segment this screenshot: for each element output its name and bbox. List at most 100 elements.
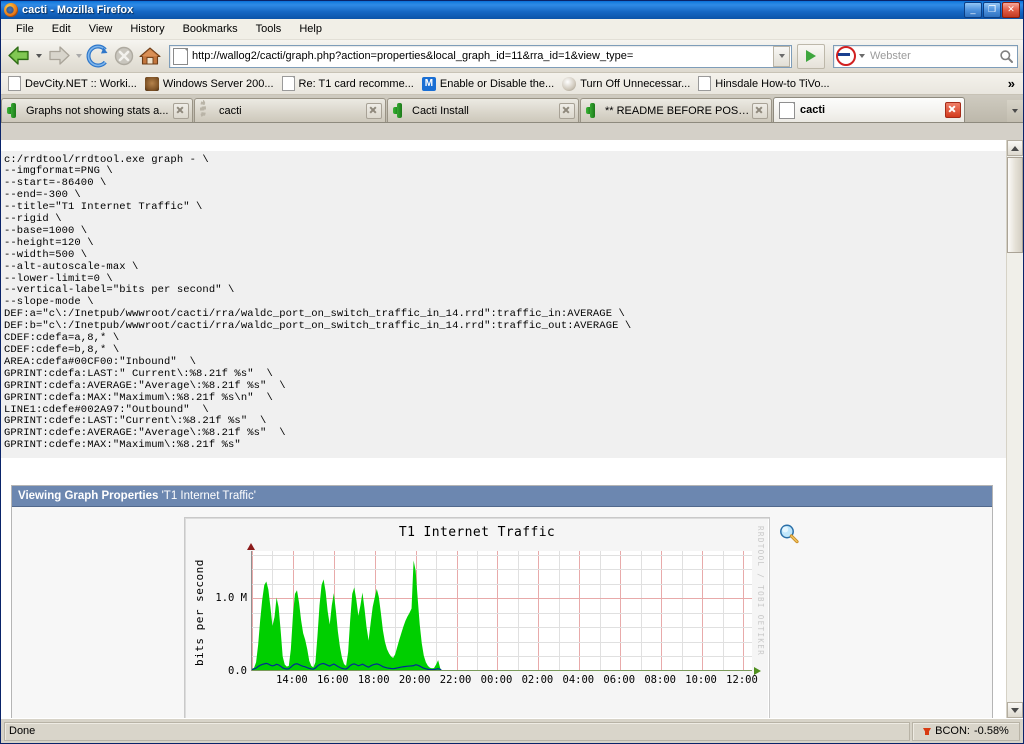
go-arrow-icon (806, 50, 816, 62)
tab-list-dropdown-icon[interactable] (1007, 100, 1023, 122)
cactus-icon (393, 103, 407, 118)
panel-header-graph-name: 'T1 Internet Traffic' (161, 489, 256, 502)
x-tick-label: 06:00 (603, 673, 636, 686)
search-engine-icon[interactable] (836, 46, 856, 66)
menu-file[interactable]: File (7, 21, 43, 37)
tab-close-icon[interactable] (559, 102, 575, 119)
graph-y-axis-label: bits per second (193, 559, 206, 667)
scroll-down-button[interactable] (1007, 702, 1023, 718)
x-tick-label: 18:00 (357, 673, 390, 686)
tab-readme-before-posting[interactable]: ** README BEFORE POSTI... (580, 98, 772, 122)
y-tick-label: 0.0 (228, 664, 247, 677)
address-bar-text[interactable]: http://wallog2/cacti/graph.php?action=pr… (192, 50, 773, 62)
zoom-in-icon[interactable] (778, 523, 800, 545)
close-window-button[interactable]: ✕ (1002, 2, 1020, 18)
graph-legend: Inbound Current: 39.85 k Average: 607.94… (207, 692, 763, 718)
panel-header: Viewing Graph Properties 'T1 Internet Tr… (12, 485, 992, 507)
home-icon[interactable] (138, 44, 162, 68)
bookmark-enable-disable[interactable]: M Enable or Disable the... (419, 76, 559, 92)
arrow-down-icon (923, 727, 932, 735)
tab-label: Graphs not showing stats a... (26, 104, 169, 117)
x-tick-label: 22:00 (439, 673, 472, 686)
tab-strip: Graphs not showing stats a... cacti Cact… (1, 95, 1023, 123)
bookmark-t1-card[interactable]: Re: T1 card recomme... (279, 75, 419, 92)
bookmark-label: DevCity.NET :: Worki... (25, 77, 137, 90)
menu-bookmarks[interactable]: Bookmarks (174, 21, 247, 37)
go-button[interactable] (797, 43, 825, 69)
forward-icon (46, 44, 72, 68)
x-axis-arrow-icon (754, 666, 761, 675)
scroll-up-button[interactable] (1007, 140, 1023, 156)
tab-label: cacti (800, 104, 826, 116)
back-icon[interactable] (6, 44, 32, 68)
x-tick-label: 04:00 (562, 673, 595, 686)
ticker-change: -0.58% (973, 725, 1009, 737)
rrdtool-command-text: c:/rrdtool/rrdtool.exe graph - \ --imgfo… (1, 150, 1007, 459)
graph-plot-svg (252, 550, 752, 671)
bookmark-label: Re: T1 card recomme... (298, 77, 414, 90)
vertical-scrollbar[interactable] (1006, 140, 1023, 718)
search-icon[interactable] (996, 47, 1016, 66)
window-title: cacti - Mozilla Firefox (22, 4, 134, 16)
stop-icon (112, 44, 136, 68)
bookmark-turn-off-unnecessary[interactable]: Turn Off Unnecessar... (559, 76, 695, 92)
firefox-logo-icon (4, 3, 18, 17)
tab-cacti-active[interactable]: cacti (773, 97, 965, 122)
rrd-graph-image[interactable]: T1 Internet Traffic bits per second RRDT… (184, 516, 770, 718)
tab-graphs-not-showing-stats[interactable]: Graphs not showing stats a... (1, 98, 193, 122)
x-tick-label: 12:00 (726, 673, 758, 686)
stock-ticker-indicator[interactable]: BCON: -0.58% (912, 721, 1020, 741)
window-controls: _ ❐ ✕ (964, 2, 1021, 18)
tab-cacti-loading[interactable]: cacti (194, 98, 386, 122)
y-tick-label: 1.0 M (215, 591, 247, 604)
address-dropdown-icon[interactable] (773, 45, 790, 67)
bookmark-hinsdale-tivo[interactable]: Hinsdale How-to TiVo... (695, 75, 834, 92)
search-input[interactable]: Webster (867, 50, 996, 62)
x-tick-label: 08:00 (644, 673, 676, 686)
x-tick-label: 10:00 (685, 673, 717, 686)
search-bar[interactable]: Webster (833, 44, 1018, 68)
panel-body: T1 Internet Traffic bits per second RRDT… (12, 506, 992, 718)
rrdtool-watermark: RRDTOOL / TOBI OETIKER (756, 525, 765, 656)
bookmarks-overflow-icon[interactable]: » (1008, 76, 1019, 91)
bookmark-windows-server[interactable]: Windows Server 200... (142, 76, 279, 92)
tab-label: Cacti Install (412, 104, 469, 117)
cactus-icon (7, 103, 21, 118)
bookmark-devcity[interactable]: DevCity.NET :: Worki... (5, 75, 142, 92)
content-scroll-area: c:/rrdtool/rrdtool.exe graph - \ --imgfo… (1, 140, 1007, 718)
menu-edit[interactable]: Edit (43, 21, 80, 37)
cactus-icon (586, 103, 600, 118)
minimize-button[interactable]: _ (964, 2, 982, 18)
tab-label: cacti (219, 104, 242, 117)
graph-title: T1 Internet Traffic (398, 524, 556, 540)
menu-history[interactable]: History (121, 21, 173, 37)
graph-properties-panel: Viewing Graph Properties 'T1 Internet Tr… (11, 484, 993, 718)
address-bar[interactable]: http://wallog2/cacti/graph.php?action=pr… (169, 44, 792, 68)
tab-close-icon[interactable] (752, 102, 768, 119)
reload-icon[interactable] (86, 44, 110, 68)
ticker-symbol: BCON: (935, 725, 970, 737)
menu-help[interactable]: Help (290, 21, 331, 37)
page-icon (281, 76, 295, 91)
tab-cacti-install[interactable]: Cacti Install (387, 98, 579, 122)
maximize-button[interactable]: ❐ (983, 2, 1001, 18)
status-text: Done (4, 721, 910, 741)
menu-view[interactable]: View (80, 21, 122, 37)
title-bar: cacti - Mozilla Firefox _ ❐ ✕ (1, 1, 1023, 19)
tab-close-icon[interactable] (173, 102, 189, 119)
scrollbar-thumb[interactable] (1007, 157, 1023, 253)
x-tick-label: 20:00 (398, 673, 431, 686)
browser-window: cacti - Mozilla Firefox _ ❐ ✕ File Edit … (0, 0, 1024, 744)
menu-tools[interactable]: Tools (247, 21, 291, 37)
back-history-dropdown-icon[interactable] (34, 44, 44, 68)
page-identity-icon (173, 47, 188, 65)
tab-close-icon[interactable] (366, 102, 382, 119)
search-engine-dropdown-icon[interactable] (856, 54, 867, 58)
graph-slot: T1 Internet Traffic bits per second RRDT… (184, 516, 800, 718)
bookmark-label: Enable or Disable the... (439, 77, 555, 90)
graph-plot-area: 1.0 M 0.0 (215, 550, 752, 675)
x-tick-label: 02:00 (521, 673, 554, 686)
page-icon (8, 76, 21, 91)
tab-close-icon[interactable] (945, 102, 961, 118)
bookmark-label: Windows Server 200... (162, 77, 274, 90)
